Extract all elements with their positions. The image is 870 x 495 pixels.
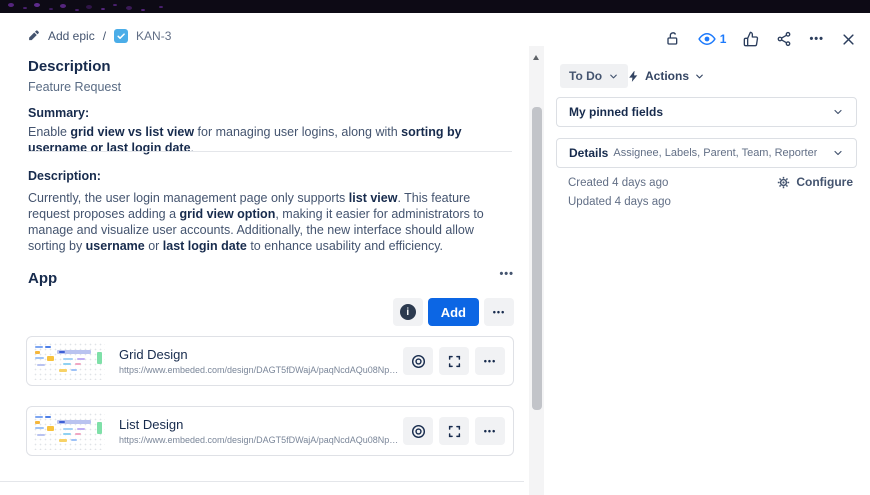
expand-button[interactable] [439, 417, 469, 445]
desc-bold: username [85, 239, 145, 253]
app-toolbar: i Add ••• [28, 298, 514, 326]
app-info-button[interactable]: i [392, 298, 423, 326]
chevron-down-icon [610, 74, 617, 78]
attachment-url[interactable]: https://www.embeded.com/design/DAGT5fDWa… [119, 365, 403, 375]
pencil-icon [28, 30, 40, 42]
created-timestamp: Created 4 days ago [568, 177, 669, 189]
summary-text: . [190, 141, 195, 155]
attachment-title: List Design [119, 417, 184, 432]
attachment-card-grid-design[interactable]: Grid Design https://www.embeded.com/desi… [26, 336, 514, 386]
theme-speckles-decoration [8, 3, 14, 7]
attachment-card-list-design[interactable]: List Design https://www.embeded.com/desi… [26, 406, 514, 456]
pinned-fields-panel[interactable]: My pinned fields [556, 97, 857, 127]
app-add-button[interactable]: Add [427, 298, 479, 326]
details-panel-header[interactable]: Details Assignee, Labels, Parent, Team, … [556, 138, 857, 168]
preview-button[interactable] [403, 347, 433, 375]
attachment-actions: ••• [403, 417, 505, 445]
thumbs-up-icon[interactable] [741, 29, 761, 49]
attachment-actions: ••• [403, 347, 505, 375]
configure-button[interactable]: Configure [777, 175, 853, 189]
summary-text: Enable [28, 125, 71, 139]
actions-dropdown[interactable]: Actions [627, 64, 705, 88]
status-label: To Do [569, 69, 603, 83]
details-label: Details [569, 146, 609, 160]
section-divider [28, 151, 512, 152]
attachment-more-button[interactable]: ••• [475, 417, 505, 445]
attachment-info: Grid Design https://www.embeded.com/desi… [119, 347, 403, 375]
desc-text: to enhance usability and efficiency. [246, 239, 444, 253]
task-type-icon [114, 29, 129, 43]
updated-timestamp: Updated 4 days ago [568, 196, 671, 208]
lightning-bolt-icon [629, 70, 638, 82]
attachment-title: Grid Design [119, 347, 188, 362]
more-actions-icon[interactable]: ••• [807, 31, 826, 47]
summary-bold: grid view vs list view [70, 125, 195, 139]
close-icon[interactable] [839, 30, 858, 49]
attachment-info: List Design https://www.embeded.com/desi… [119, 417, 403, 445]
scrollbar-thumb[interactable] [531, 107, 542, 410]
desc-bold: list view [348, 191, 398, 205]
view-icon [411, 424, 425, 438]
description-paragraph: Currently, the user login management pag… [28, 190, 512, 254]
design-thumbnail [33, 412, 105, 450]
breadcrumb: Add epic / KAN-3 [28, 29, 171, 43]
attachment-more-button[interactable]: ••• [475, 347, 505, 375]
pinned-fields-label: My pinned fields [569, 105, 664, 119]
watchers-button[interactable]: 1 [696, 28, 729, 50]
status-dropdown[interactable]: To Do [560, 64, 629, 88]
desc-text: or [144, 239, 163, 253]
preview-button[interactable] [403, 417, 433, 445]
description-heading: Description: [28, 169, 101, 183]
share-icon[interactable] [774, 29, 794, 49]
description-section-title: Description [28, 58, 111, 75]
breadcrumb-add-epic[interactable]: Add epic [48, 29, 95, 43]
watch-count: 1 [719, 32, 727, 46]
fullscreen-icon [448, 355, 460, 367]
header-actions: 1 ••• [663, 28, 858, 50]
chevron-down-icon [834, 150, 842, 156]
ellipsis-icon: ••• [492, 307, 506, 317]
summary-heading: Summary: [28, 106, 90, 120]
breadcrumb-separator: / [102, 29, 107, 43]
lock-icon[interactable] [663, 29, 683, 49]
ellipsis-icon: ••• [483, 356, 497, 366]
chevron-down-icon [834, 109, 842, 115]
desc-text: Currently, the user login management pag… [28, 191, 349, 205]
jira-issue-view: Add epic / KAN-3 1 ••• Description Featu… [0, 0, 870, 495]
browser-top-strip [0, 0, 870, 13]
app-more-button[interactable]: ••• [484, 298, 514, 326]
desc-bold: last login date [162, 239, 247, 253]
expand-button[interactable] [439, 347, 469, 375]
scrollbar-up-arrow[interactable] [533, 55, 539, 60]
chevron-down-icon [696, 74, 703, 78]
section-divider [0, 481, 524, 482]
breadcrumb-issue-key[interactable]: KAN-3 [136, 29, 171, 43]
gear-icon [778, 176, 790, 188]
vertical-scrollbar[interactable] [529, 46, 544, 495]
view-icon [411, 354, 425, 368]
description-subtitle: Feature Request [28, 80, 122, 94]
desc-bold: grid view option [179, 207, 276, 221]
eye-icon [698, 30, 716, 48]
attachment-url[interactable]: https://www.embeded.com/design/DAGT5fDWa… [119, 435, 403, 445]
info-icon: i [399, 304, 416, 320]
configure-label: Configure [796, 175, 853, 189]
ellipsis-icon: ••• [483, 426, 497, 436]
app-overflow-icon[interactable]: ••• [28, 268, 514, 280]
summary-text: for managing user logins, along with [194, 125, 402, 139]
design-thumbnail [33, 342, 105, 380]
actions-label: Actions [645, 69, 690, 83]
fullscreen-icon [448, 425, 460, 437]
details-fields-summary: Assignee, Labels, Parent, Team, Reporter [613, 147, 818, 159]
